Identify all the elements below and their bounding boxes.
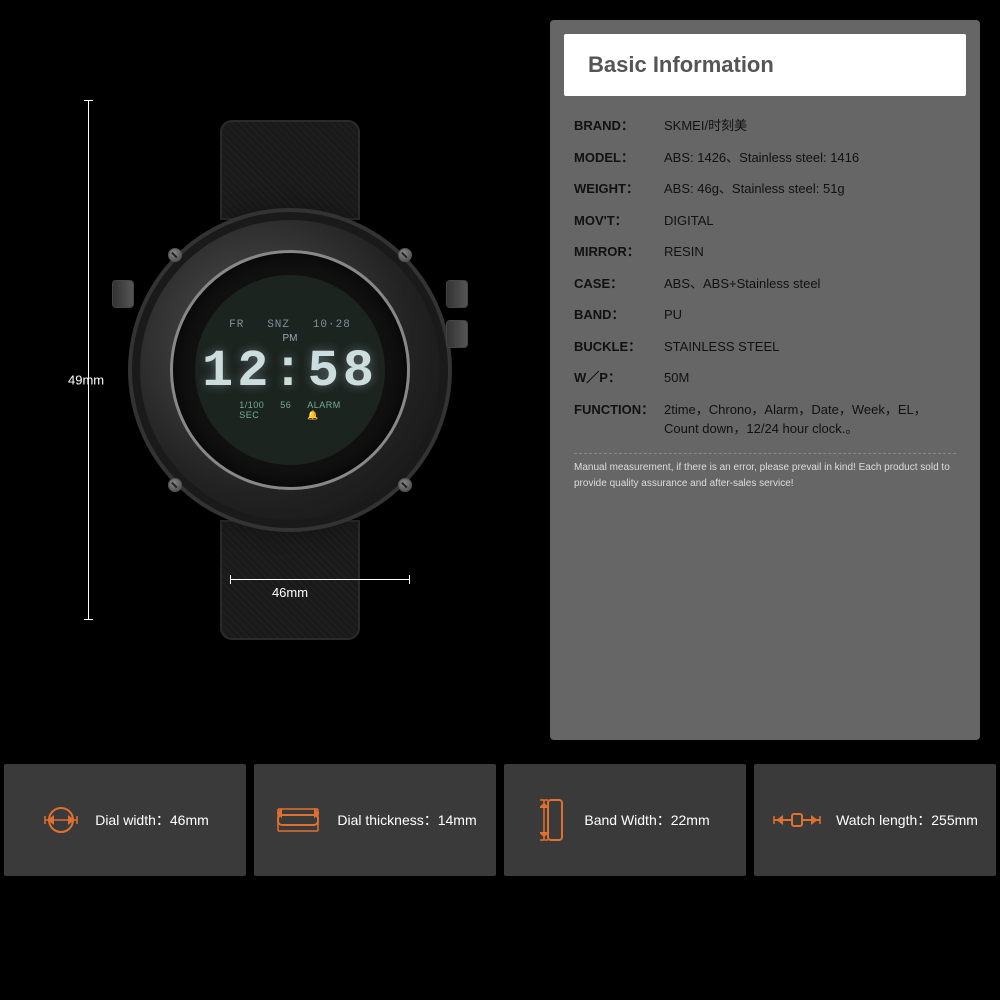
info-row-label: MODEL： [574,148,664,168]
info-row-value: ABS: 1426、Stainless steel: 1416 [664,148,956,168]
lcd-seconds: 56 [280,400,291,421]
dial-width-label: Dial width：46mm [95,810,209,830]
dial-thickness-icon [273,805,323,835]
side-button-left [112,280,134,308]
info-header: Basic Information [564,34,966,96]
watch-length-icon [772,802,822,838]
info-row-value: ABS、ABS+Stainless steel [664,274,956,294]
watch-inner: FR SNZ 10·28 PM 12:58 1/100SEC 56 ALARM🔔 [170,250,410,490]
info-row: W／P：50M [574,362,956,394]
info-row: MIRROR：RESIN [574,236,956,268]
width-dimension-line [230,579,410,580]
info-row: FUNCTION：2time，Chrono，Alarm，Date，Week，EL… [574,394,956,445]
lcd-date: 10·28 [313,319,351,331]
info-row: BUCKLE：STAINLESS STEEL [574,331,956,363]
lcd-alarm-label: ALARM🔔 [307,400,341,421]
spec-watch-length: Watch length：255mm [754,764,996,876]
info-row-value: PU [664,305,956,325]
info-row-label: BUCKLE： [574,337,664,357]
width-label: 46mm [272,585,308,600]
lcd-main-time: 12:58 [202,346,378,398]
info-panel: Basic Information BRAND：SKMEI/时刻美MODEL：A… [550,20,980,740]
height-dimension-line [88,100,89,620]
info-row-label: BAND： [574,305,664,325]
info-row-label: FUNCTION： [574,400,664,420]
info-row-value: 2time，Chrono，Alarm，Date，Week，EL，Count do… [664,400,956,439]
watch-length-label: Watch length：255mm [836,810,978,830]
specs-bar: Dial width：46mm Dial thickness：14mm [0,760,1000,880]
info-row: WEIGHT：ABS: 46g、Stainless steel: 51g [574,173,956,205]
band-width-icon [540,798,570,842]
info-row-label: BRAND： [574,116,664,136]
band-width-label: Band Width：22mm [584,810,709,830]
side-button-top-right [446,280,468,308]
info-row-label: W／P： [574,368,664,388]
info-row: MODEL：ABS: 1426、Stainless steel: 1416 [574,142,956,174]
screw-bottom-right [398,478,412,492]
info-row-value: STAINLESS STEEL [664,337,956,357]
lcd-snz: SNZ [267,319,290,331]
info-row-label: MOV'T： [574,211,664,231]
side-button-mid-right [446,320,468,348]
lcd-face: FR SNZ 10·28 PM 12:58 1/100SEC 56 ALARM🔔 [195,275,385,465]
info-body: BRAND：SKMEI/时刻美MODEL：ABS: 1426、Stainless… [550,96,980,502]
info-row-label: MIRROR： [574,242,664,262]
lcd-sec-label: 1/100SEC [239,400,264,421]
info-row: MOV'T：DIGITAL [574,205,956,237]
info-note: Manual measurement, if there is an error… [574,453,956,492]
dial-width-icon [41,802,81,838]
info-row-label: WEIGHT： [574,179,664,199]
info-row: CASE：ABS、ABS+Stainless steel [574,268,956,300]
screw-bottom-left [168,478,182,492]
spec-band-width: Band Width：22mm [504,764,746,876]
lcd-day: FR [229,319,244,331]
watch-diagram: FR SNZ 10·28 PM 12:58 1/100SEC 56 ALARM🔔 [110,100,470,660]
height-label: 49mm [68,373,104,388]
info-row-label: CASE： [574,274,664,294]
info-row-value: ABS: 46g、Stainless steel: 51g [664,179,956,199]
spec-dial-thickness: Dial thickness：14mm [254,764,496,876]
info-row-value: RESIN [664,242,956,262]
band-bottom [220,520,360,640]
screw-top-right [398,248,412,262]
info-row-value: SKMEI/时刻美 [664,116,956,136]
info-row-value: DIGITAL [664,211,956,231]
screw-top-left [168,248,182,262]
info-title: Basic Information [588,52,942,78]
band-top [220,120,360,220]
lcd-top-row: FR SNZ 10·28 [229,319,351,331]
info-row: BRAND：SKMEI/时刻美 [574,110,956,142]
watch-case: FR SNZ 10·28 PM 12:58 1/100SEC 56 ALARM🔔 [140,220,440,520]
dial-thickness-label: Dial thickness：14mm [337,810,476,830]
lcd-bottom-row: 1/100SEC 56 ALARM🔔 [239,400,341,421]
watch-area: 49mm FR SNZ 10·28 [0,0,540,760]
spec-dial-width: Dial width：46mm [4,764,246,876]
info-row: BAND：PU [574,299,956,331]
info-row-value: 50M [664,368,956,388]
